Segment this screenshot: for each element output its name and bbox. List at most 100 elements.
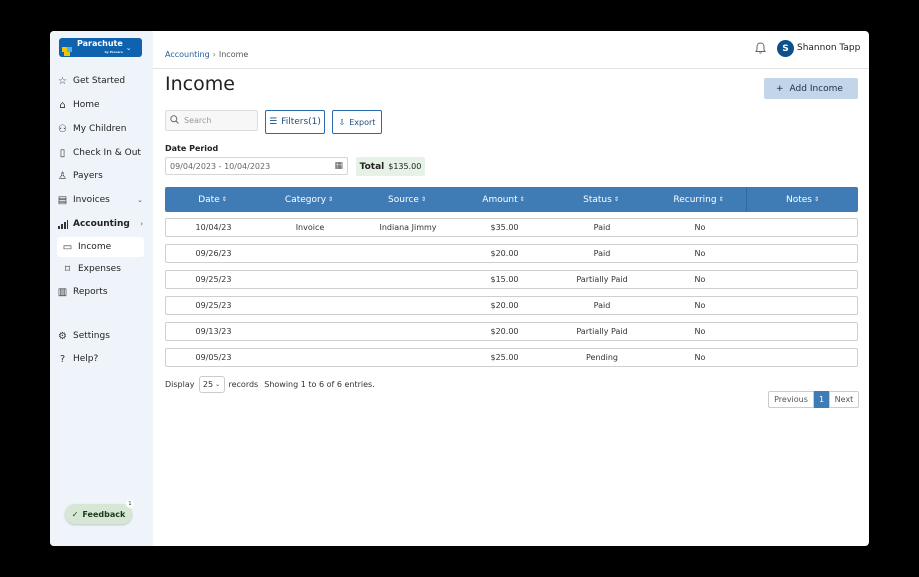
date-period-input[interactable]: 09/04/2023 - 10/04/2023 ▦ xyxy=(165,157,348,175)
cell-status: Paid xyxy=(593,301,611,310)
sidebar-item-my-children[interactable]: ⚇ My Children xyxy=(57,119,145,139)
previous-button[interactable]: Previous xyxy=(768,391,814,408)
cell-date: 09/26/23 xyxy=(195,249,232,258)
cell-notes xyxy=(748,349,859,366)
sidebar-item-get-started[interactable]: ☆ Get Started xyxy=(57,71,145,91)
cell-recurring: No xyxy=(694,223,706,232)
tag-icon: ⌑ xyxy=(64,263,71,275)
cell-category xyxy=(261,349,359,366)
sidebar-item-label: Home xyxy=(73,100,100,110)
sidebar-item-home[interactable]: ⌂ Home xyxy=(57,95,145,115)
home-icon: ⌂ xyxy=(59,99,66,111)
column-status[interactable]: Status ⇕ xyxy=(551,187,651,212)
avatar[interactable]: S xyxy=(777,40,794,57)
sidebar-item-accounting[interactable]: Accounting › xyxy=(57,214,145,234)
column-notes[interactable]: Notes ⇕ xyxy=(747,187,858,212)
star-icon: ☆ xyxy=(58,75,67,87)
sidebar-item-label: Invoices xyxy=(73,195,110,205)
chevron-down-icon: ⌄ xyxy=(137,196,143,204)
table-row[interactable]: 10/04/23 Invoice Indiana Jimmy $35.00 Paid No xyxy=(165,218,858,237)
cell-amount: $35.00 xyxy=(490,223,519,232)
sidebar-item-check-in-out[interactable]: ▯ Check In & Out xyxy=(57,143,145,163)
chevron-down-icon: ⌄ xyxy=(215,381,221,388)
total-value: $135.00 xyxy=(388,162,422,171)
sort-icon: ⇕ xyxy=(221,196,227,203)
column-source[interactable]: Source ⇕ xyxy=(358,187,456,212)
cell-date: 09/25/23 xyxy=(195,275,232,284)
parachute-logo-icon xyxy=(62,42,74,56)
cell-status: Paid xyxy=(593,249,611,258)
cell-amount: $20.00 xyxy=(490,327,519,336)
cell-notes xyxy=(748,271,859,288)
top-bar: Accounting › Income S Shannon Tapp xyxy=(153,31,869,69)
user-name[interactable]: Shannon Tapp xyxy=(797,43,860,53)
cell-category: Invoice xyxy=(295,223,325,232)
table-header: Date ⇕ Category ⇕ Source ⇕ Amount ⇕ Status ⇕ … xyxy=(165,187,858,212)
cell-source xyxy=(359,323,457,340)
filters-label: Filters(1) xyxy=(281,117,321,127)
cell-recurring: No xyxy=(694,327,706,336)
sidebar-item-income[interactable]: ▭ Income xyxy=(57,237,144,257)
cell-status: Paid xyxy=(593,223,611,232)
next-button[interactable]: Next xyxy=(829,391,859,408)
sidebar-item-expenses[interactable]: ⌑ Expenses xyxy=(57,259,145,279)
table-row[interactable]: 09/26/23 $20.00 Paid No xyxy=(165,244,858,263)
main-content: Income + Add Income Search ☰ Filters(1) … xyxy=(153,69,869,546)
total-badge: Total $135.00 xyxy=(356,157,425,176)
showing-text: Showing 1 to 6 of 6 entries. xyxy=(264,380,375,389)
invoice-icon: ▤ xyxy=(57,194,68,206)
sidebar: Parachute by Procare ⌄ ☆ Get Started ⌂ H… xyxy=(50,31,153,546)
search-icon xyxy=(170,115,179,126)
display-label: Display xyxy=(165,380,195,389)
sidebar-item-payers[interactable]: ♙ Payers xyxy=(57,166,145,186)
breadcrumb-income[interactable]: Income xyxy=(219,50,248,59)
cell-recurring: No xyxy=(694,301,706,310)
export-label: Export xyxy=(349,117,376,127)
logo[interactable]: Parachute by Procare ⌄ xyxy=(59,38,142,57)
filters-button[interactable]: ☰ Filters(1) xyxy=(265,110,325,134)
sidebar-item-help[interactable]: ? Help? xyxy=(57,349,145,369)
app-window: Parachute by Procare ⌄ ☆ Get Started ⌂ H… xyxy=(50,31,869,546)
column-date[interactable]: Date ⇕ xyxy=(165,187,260,212)
cell-recurring: No xyxy=(694,249,706,258)
breadcrumb: Accounting › Income xyxy=(165,50,248,59)
cell-status: Partially Paid xyxy=(576,275,628,284)
bell-icon[interactable] xyxy=(755,42,766,57)
table-row[interactable]: 09/13/23 $20.00 Partially Paid No xyxy=(165,322,858,341)
sidebar-item-label: Get Started xyxy=(73,76,126,86)
cell-source xyxy=(359,271,457,288)
cell-notes xyxy=(748,323,859,340)
column-recurring[interactable]: Recurring ⇕ xyxy=(651,187,747,212)
table-row[interactable]: 09/05/23 $25.00 Pending No xyxy=(165,348,858,367)
records-label: records xyxy=(228,380,259,389)
page-size-select[interactable]: 25 ⌄ xyxy=(198,376,225,393)
calendar-icon[interactable]: ▦ xyxy=(334,161,343,171)
add-income-button[interactable]: + Add Income xyxy=(764,78,858,99)
cell-category xyxy=(261,297,359,314)
feedback-button[interactable]: ✓ Feedback 1 xyxy=(65,500,134,524)
sidebar-item-label: Accounting xyxy=(73,219,130,229)
export-button[interactable]: ⇩ Export xyxy=(332,110,382,134)
cell-amount: $25.00 xyxy=(490,353,519,362)
search-input[interactable]: Search xyxy=(165,110,258,131)
sort-icon: ⇕ xyxy=(813,196,820,203)
chevron-right-icon: › xyxy=(212,50,216,59)
column-amount[interactable]: Amount ⇕ xyxy=(456,187,551,212)
help-icon: ? xyxy=(59,353,66,365)
column-category[interactable]: Category ⇕ xyxy=(260,187,358,212)
breadcrumb-accounting[interactable]: Accounting xyxy=(165,50,210,59)
sidebar-item-label: Reports xyxy=(73,287,108,297)
feedback-badge: 1 xyxy=(126,500,134,508)
sidebar-item-settings[interactable]: ⚙ Settings xyxy=(57,326,145,346)
cell-date: 09/13/23 xyxy=(195,327,232,336)
page-1-button[interactable]: 1 xyxy=(814,391,829,408)
sort-icon: ⇕ xyxy=(420,196,426,203)
cell-amount: $20.00 xyxy=(490,301,519,310)
table-row[interactable]: 09/25/23 $15.00 Partially Paid No xyxy=(165,270,858,289)
logo-text: Parachute xyxy=(77,38,123,48)
table-row[interactable]: 09/25/23 $20.00 Paid No xyxy=(165,296,858,315)
sidebar-item-label: Check In & Out xyxy=(73,148,141,158)
sidebar-item-reports[interactable]: ▥ Reports xyxy=(57,282,145,302)
display-control: Display 25 ⌄ records Showing 1 to 6 of 6… xyxy=(165,376,375,393)
sidebar-item-invoices[interactable]: ▤ Invoices ⌄ xyxy=(57,190,145,210)
